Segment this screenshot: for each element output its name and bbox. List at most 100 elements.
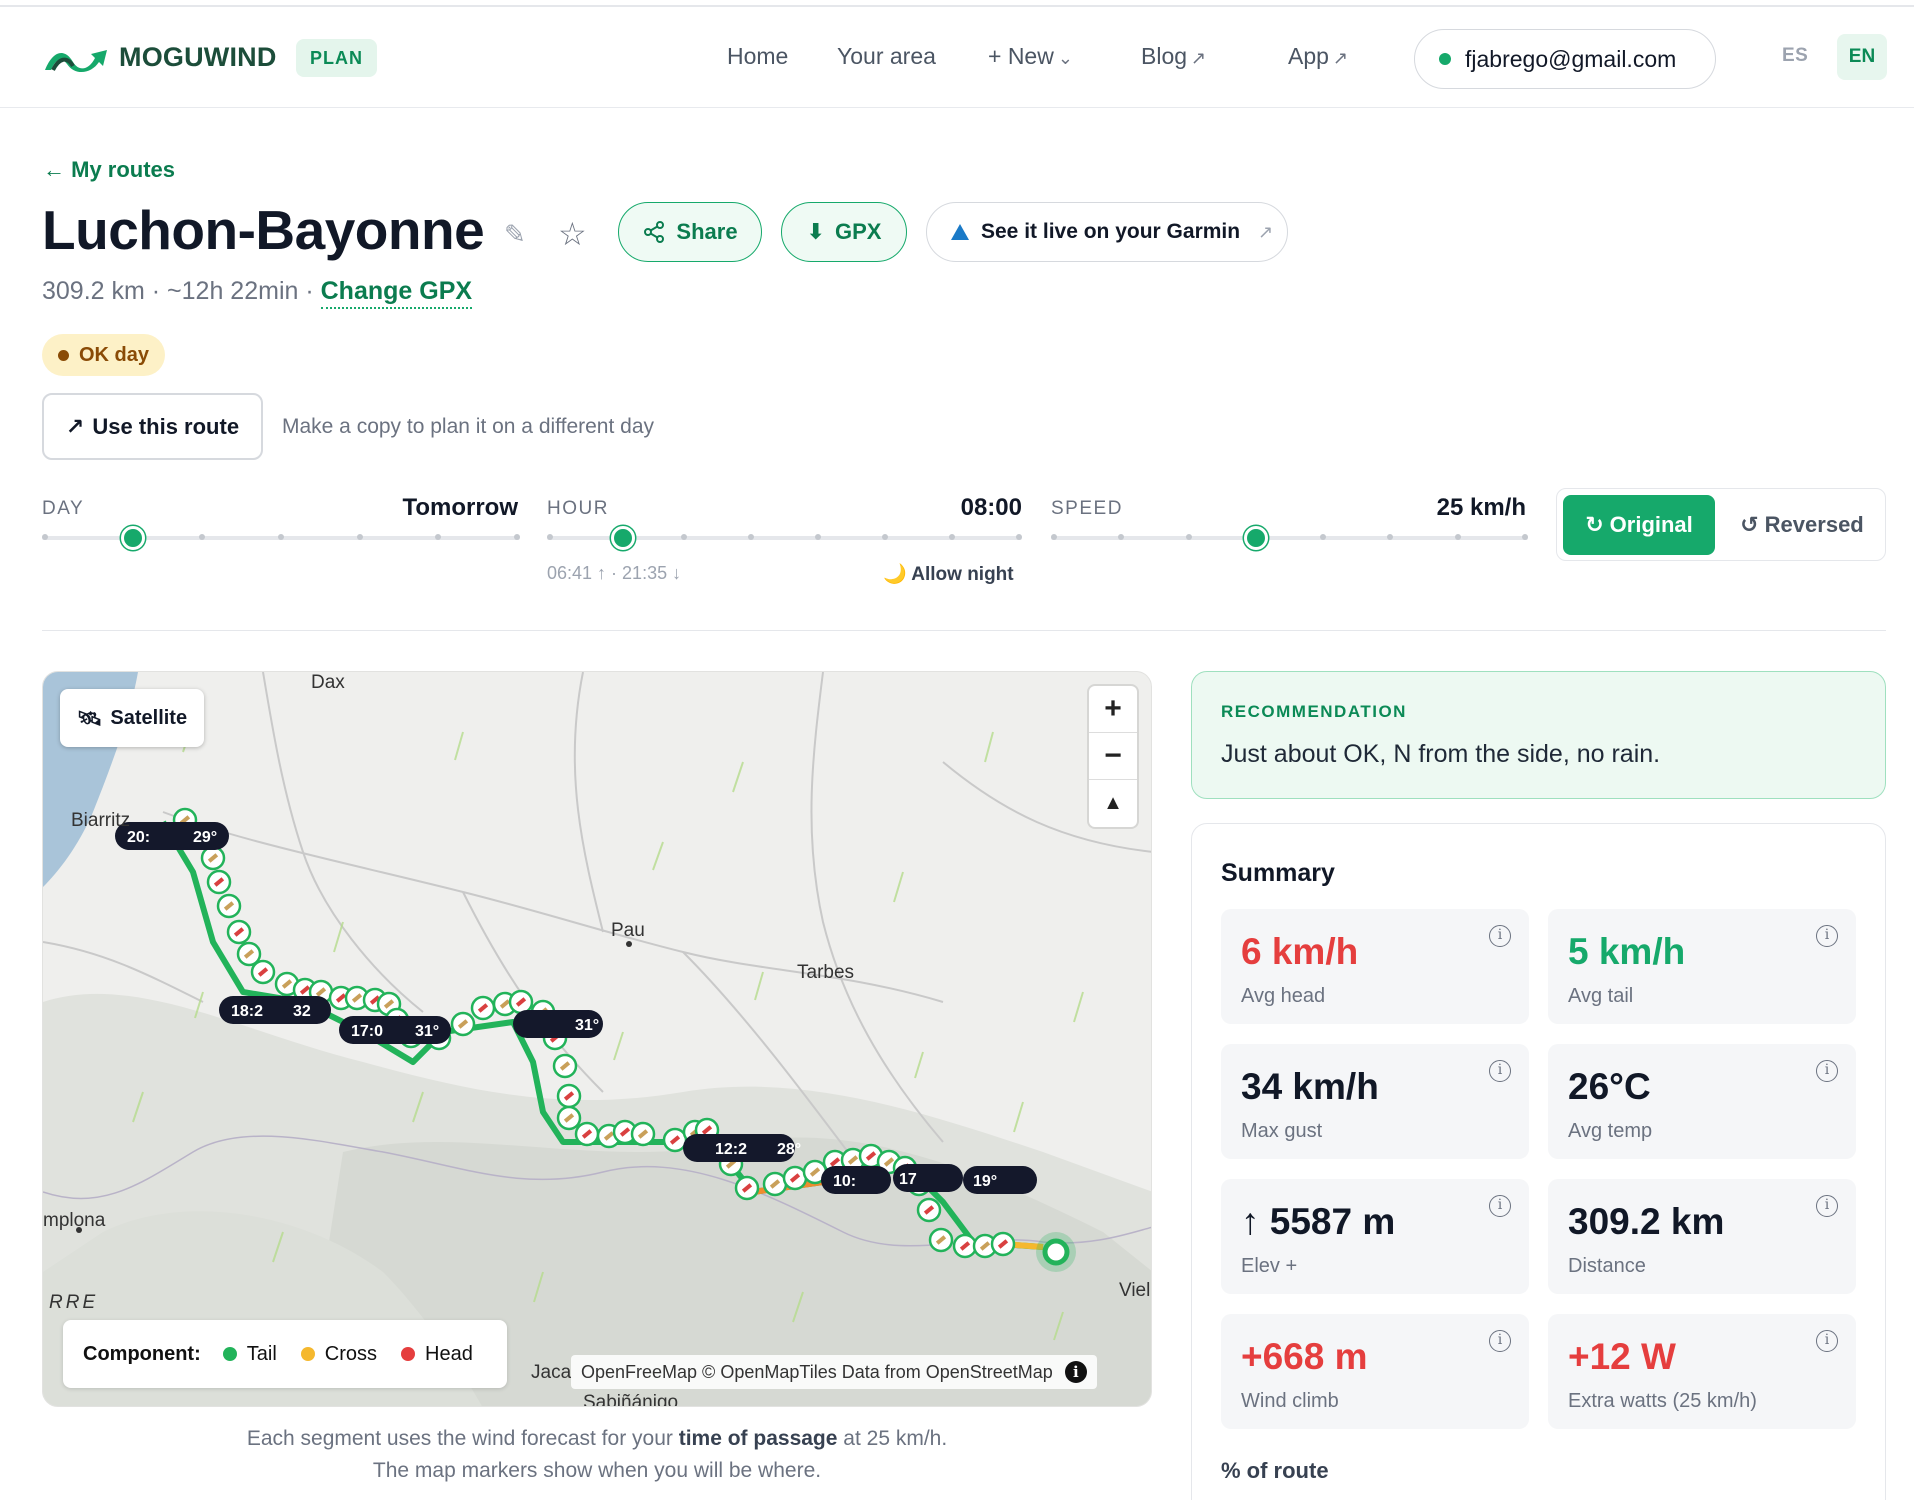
info-icon[interactable]: i [1816,925,1838,947]
allow-night-label: Allow night [911,564,1014,585]
info-icon[interactable]: i [1816,1330,1838,1352]
place-label: Pau [611,920,645,941]
stat-card-avg-head: 6 km/h Avg head i [1221,909,1529,1024]
slider-tick [547,534,553,540]
stat-value: 26°C [1568,1066,1651,1107]
nav-your-area[interactable]: Your area [837,43,936,70]
map-legend: Component: Tail Cross Head [63,1320,507,1388]
user-account-button[interactable]: fjabrego@gmail.com [1414,29,1716,89]
gpx-download-button[interactable]: ⬇ GPX [781,202,907,262]
route-meta: 309.2 km · ~12h 22min · Change GPX [42,277,473,309]
day-slider-value: Tomorrow [402,494,518,521]
header: MOGUWIND PLAN Home Your area + New ⌄ Blog… [0,7,1914,108]
slider-tick [1185,534,1192,540]
stat-card-elevation: ↑ 5587 m Elev + i [1221,1179,1529,1294]
place-label: mplona [43,1210,106,1231]
stat-label: Extra watts (25 km/h) [1568,1390,1757,1412]
attribution-text[interactable]: OpenFreeMap © OpenMapTiles Data from Ope… [581,1362,1053,1383]
arrow-up-right-icon: ↗ [65,413,85,439]
day-slider-label: DAY [42,498,85,519]
info-icon[interactable]: i [1816,1195,1838,1217]
info-icon[interactable]: i [1489,925,1511,947]
nav-app-label: App [1288,43,1329,69]
moon-icon: 🌙 [883,564,907,585]
hour-slider-value: 08:00 [960,494,1022,521]
legend-label: Tail [246,1342,277,1365]
lang-en-button[interactable]: EN [1837,34,1887,80]
use-this-route-button[interactable]: ↗ Use this route [42,393,263,460]
stat-value: 34 km/h [1241,1066,1379,1107]
back-to-my-routes-link[interactable]: ← My routes [43,157,175,183]
slider-thumb[interactable] [611,526,635,550]
place-label: Sabiñánigo [583,1392,679,1407]
nav-new[interactable]: + New ⌄ [988,43,1073,70]
edit-pencil-icon[interactable]: ✎ [504,219,526,250]
slider-tick [1016,534,1022,540]
info-icon[interactable]: i [1489,1330,1511,1352]
place-label: Viell [1119,1280,1152,1301]
slider-tick [1118,534,1125,540]
caption-text: at 25 km/h. [837,1427,948,1450]
stat-card-max-gust: 34 km/h Max gust i [1221,1044,1529,1159]
original-direction-button[interactable]: ↻ Original [1563,495,1715,555]
satellite-toggle-button[interactable]: 🛰 Satellite [60,689,205,747]
speed-slider-label: SPEED [1051,498,1123,519]
nav-blog[interactable]: Blog ↗ [1141,43,1206,70]
info-icon[interactable]: i [1064,1361,1087,1383]
nav-app[interactable]: App ↗ [1288,43,1348,70]
speed-slider-value: 25 km/h [1436,494,1526,521]
logo[interactable]: MOGUWIND [43,40,277,74]
slider-tick [882,534,888,540]
hour-slider[interactable] [547,526,1022,550]
stat-label: Avg tail [1568,985,1634,1007]
legend-item-head: Head [401,1343,473,1366]
time-label: 10: [833,1173,856,1190]
legend-title: Component: [83,1342,201,1365]
garmin-live-button[interactable]: See it live on your Garmin ↗ [926,202,1288,262]
gpx-label: GPX [834,219,882,244]
download-icon: ⬇ [806,219,825,244]
info-icon[interactable]: i [1489,1195,1511,1217]
temp-label: 28° [777,1141,801,1158]
slider-thumb[interactable] [1244,526,1269,550]
info-icon[interactable]: i [1816,1060,1838,1082]
day-slider[interactable] [42,526,520,550]
stat-value: +12 W [1568,1336,1676,1377]
temp-label: 31° [415,1023,439,1040]
info-icon[interactable]: i [1489,1060,1511,1082]
zoom-out-button[interactable]: − [1089,733,1137,779]
status-badge-label: OK day [79,343,150,366]
favorite-star-icon[interactable]: ☆ [558,215,587,253]
stat-label: Wind climb [1241,1390,1339,1412]
recommendation-title: RECOMMENDATION [1221,702,1407,721]
speed-slider[interactable] [1051,526,1528,550]
stat-label: Avg head [1241,985,1326,1007]
lang-es-button[interactable]: ES [1782,45,1808,67]
slider-tick [1051,534,1057,540]
recommendation-panel: RECOMMENDATION Just about OK, N from the… [1191,671,1886,799]
stat-card-distance: 309.2 km Distance i [1548,1179,1856,1294]
slider-tick [1387,534,1394,540]
compass-icon: ▲ [1103,791,1123,814]
arrow-up-icon: ↑ [1241,1201,1260,1242]
hour-slider-label: HOUR [547,498,609,519]
external-link-icon: ↗ [1258,221,1274,242]
route-title: Luchon-Bayonne [42,199,485,261]
slider-thumb[interactable] [120,526,145,550]
legend-item-tail: Tail [222,1342,277,1366]
allow-night-toggle[interactable]: 🌙 Allow night [883,562,1014,586]
route-map[interactable]: 20: 29° 18:2 32 17:0 31° 31° 12:2 28° 10… [42,671,1152,1407]
satellite-icon: 🛰 [77,707,103,730]
stat-value: 6 km/h [1241,931,1359,972]
legend-label: Head [425,1342,473,1365]
nav-home[interactable]: Home [727,43,788,70]
slider-tick [949,534,955,540]
pct-of-route-heading: % of route [1221,1458,1329,1483]
compass-reset-button[interactable]: ▲ [1089,780,1137,826]
change-gpx-link[interactable]: Change GPX [320,277,473,309]
temp-label: 32 [293,1003,311,1020]
slider-tick [42,534,48,540]
share-button[interactable]: Share [618,202,762,262]
reversed-direction-button[interactable]: ↺ Reversed [1727,495,1877,555]
zoom-in-button[interactable]: + [1089,686,1137,732]
